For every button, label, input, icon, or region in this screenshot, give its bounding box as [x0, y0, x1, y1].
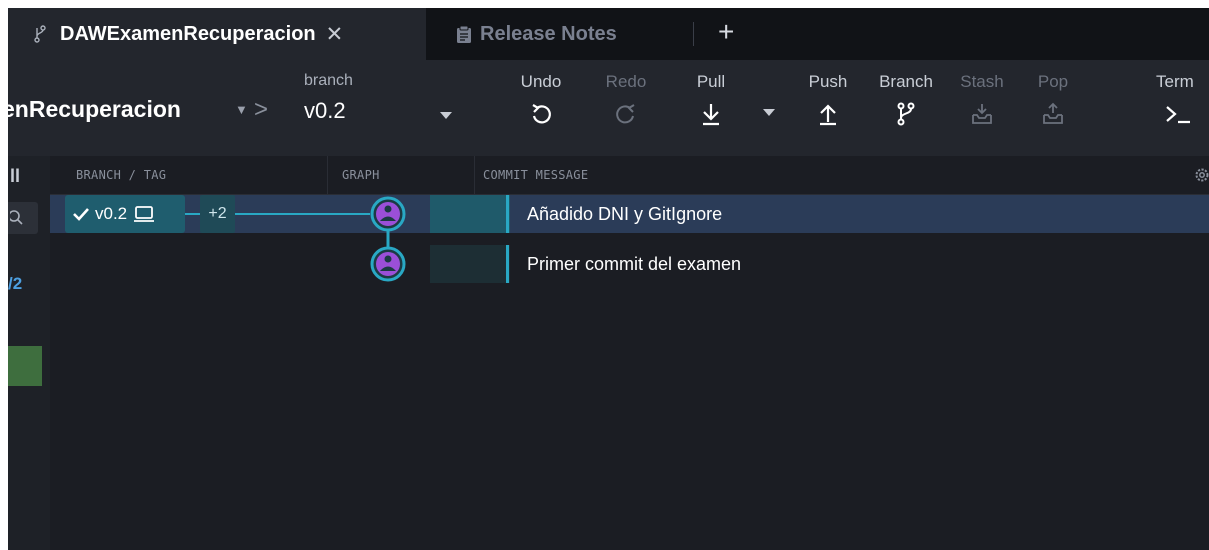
undo-label: Undo: [520, 72, 562, 91]
left-panel-toggle[interactable]: ll: [10, 166, 20, 187]
commit-node[interactable]: [370, 246, 406, 282]
redo-icon: [616, 104, 635, 124]
stash-label: Stash: [960, 72, 1004, 91]
left-panel-highlight: [8, 346, 42, 386]
git-branch-icon: [897, 102, 915, 126]
branch-button-label: Branch: [879, 72, 933, 91]
push-label: Push: [808, 72, 848, 91]
commit-row-accent: [506, 195, 509, 233]
new-tab-button[interactable]: +: [718, 16, 734, 48]
pop-label: Pop: [1037, 72, 1069, 91]
stash-button[interactable]: Stash: [947, 72, 1017, 126]
clipboard-icon: [457, 25, 471, 43]
gear-icon[interactable]: [1194, 167, 1209, 183]
tab-repo-label: DAWExamenRecuperacion: [60, 22, 316, 45]
branch-dropdown-icon[interactable]: [440, 112, 452, 119]
repo-name-button[interactable]: enRecuperacion: [8, 96, 181, 123]
branch-selector[interactable]: v0.2: [304, 98, 346, 124]
pull-button[interactable]: Pull: [676, 72, 746, 126]
commit-graph: [235, 196, 406, 282]
column-branch-tag[interactable]: BRANCH / TAG: [76, 156, 166, 194]
pop-icon: [1043, 102, 1063, 124]
commit-row-accent: [506, 245, 509, 283]
pull-icon: [703, 104, 719, 126]
tab-release-notes-label: Release Notes: [480, 22, 617, 45]
tab-divider: [693, 22, 694, 46]
tab-repo[interactable]: DAWExamenRecuperacion ✕: [8, 8, 426, 60]
toolbar: enRecuperacion ▼ > branch v0.2 Undo Redo…: [8, 60, 1209, 156]
branch-icon: [34, 25, 46, 43]
push-button[interactable]: Push: [793, 72, 863, 126]
branch-label: branch: [304, 72, 353, 89]
commit-message: Primer commit del examen: [527, 254, 742, 274]
stash-icon: [972, 104, 992, 124]
tab-release-notes[interactable]: Release Notes: [456, 8, 617, 60]
commit-list-header: BRANCH / TAG GRAPH COMMIT MESSAGE: [50, 156, 1209, 195]
branch-button[interactable]: Branch: [871, 72, 941, 126]
gitkraken-window: DAWExamenRecuperacion ✕ Release Notes + …: [8, 8, 1209, 550]
redo-button[interactable]: Redo: [591, 72, 661, 126]
column-divider[interactable]: [474, 156, 475, 194]
terminal-icon: [1166, 106, 1190, 124]
column-commit-message[interactable]: COMMIT MESSAGE: [483, 156, 588, 194]
close-icon[interactable]: ✕: [326, 22, 344, 47]
column-divider[interactable]: [327, 156, 328, 194]
tab-bar: DAWExamenRecuperacion ✕ Release Notes +: [8, 8, 1209, 60]
terminal-button[interactable]: Term: [1156, 72, 1209, 126]
pull-options-icon[interactable]: [763, 109, 775, 116]
undo-icon: [532, 104, 551, 124]
column-graph[interactable]: GRAPH: [342, 156, 380, 194]
pop-button[interactable]: Pop: [1018, 72, 1088, 126]
chevron-down-icon[interactable]: ▼: [235, 102, 248, 117]
terminal-label: Term: [1156, 72, 1194, 91]
push-icon: [820, 104, 836, 126]
pull-label: Pull: [696, 72, 726, 91]
undo-button[interactable]: Undo: [506, 72, 576, 126]
commit-message: Añadido DNI y GitIgnore: [527, 204, 723, 224]
redo-label: Redo: [605, 72, 647, 91]
breadcrumb-separator: >: [254, 96, 269, 123]
commit-node[interactable]: [370, 196, 406, 232]
